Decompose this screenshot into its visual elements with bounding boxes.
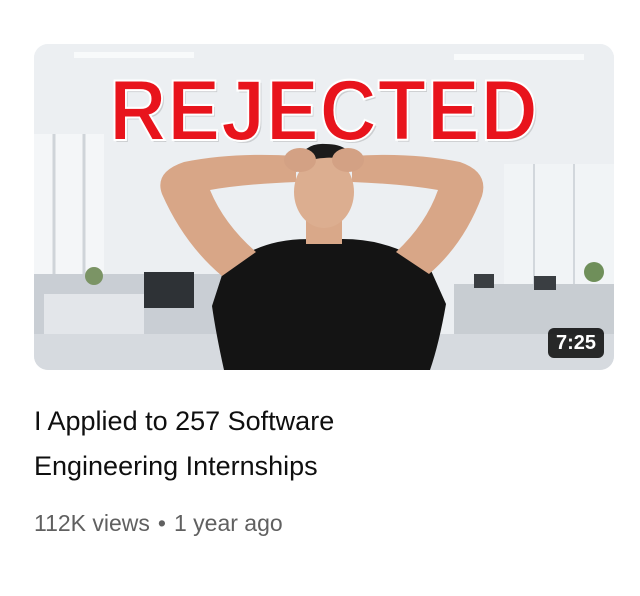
video-title-line-2: Engineering Internships: [34, 451, 318, 481]
upload-age: 1 year ago: [173, 510, 283, 536]
metadata-separator: •: [157, 510, 166, 536]
view-count: 112K views: [34, 510, 150, 536]
video-metadata: 112K views • 1 year ago: [34, 508, 283, 538]
thumbnail-headline: REJECTED: [108, 63, 539, 159]
video-thumbnail[interactable]: REJECTED 7:25: [34, 44, 614, 370]
duration-badge: 7:25: [547, 328, 604, 358]
video-card[interactable]: REJECTED 7:25 I Applied to 257 Software …: [0, 0, 640, 596]
video-title-line-1: I Applied to 257 Software: [34, 406, 335, 436]
video-title[interactable]: I Applied to 257 Software Engineering In…: [34, 399, 594, 489]
